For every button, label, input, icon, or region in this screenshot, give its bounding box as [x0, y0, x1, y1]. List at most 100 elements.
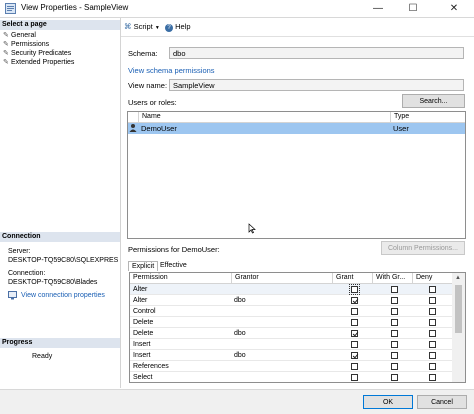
maximize-button[interactable]: ☐ [399, 0, 427, 17]
button-bar: OK Cancel [0, 389, 474, 414]
page-item-extended-properties[interactable]: ✎ Extended Properties [3, 58, 74, 66]
permission-cell: References [133, 363, 169, 370]
grant-checkbox[interactable] [351, 363, 358, 370]
page-item-label: Permissions [11, 41, 50, 48]
table-row[interactable]: Delete dbo [130, 328, 452, 339]
help-button[interactable]: ? Help [165, 22, 191, 32]
permission-column-header[interactable]: Permission [130, 273, 231, 283]
name-column-header[interactable]: Name [138, 112, 390, 122]
wrench-icon: ✎ [3, 59, 9, 66]
grant-checkbox[interactable] [351, 330, 358, 337]
script-button[interactable]: ⌘ Script ▼ [124, 22, 160, 31]
wrench-icon: ✎ [3, 50, 9, 57]
with-grant-checkbox[interactable] [391, 341, 398, 348]
view-connection-properties-link[interactable]: View connection properties [21, 292, 105, 299]
table-row[interactable]: Alter dbo [130, 295, 452, 306]
deny-checkbox[interactable] [429, 363, 436, 370]
help-label: Help [175, 22, 191, 31]
server-value: DESKTOP-TQ59C80\SQLEXPRES [8, 257, 119, 264]
scroll-up-icon[interactable]: ▲ [455, 275, 461, 281]
column-permissions-button[interactable]: Column Permissions... [381, 241, 465, 255]
table-row[interactable]: Alter [130, 284, 452, 295]
scrollbar-thumb[interactable] [455, 285, 462, 333]
script-label: Script [133, 22, 153, 31]
table-row[interactable]: Delete [130, 317, 452, 328]
grantor-cell [231, 317, 332, 327]
grant-checkbox[interactable] [351, 297, 358, 304]
table-row[interactable]: References [130, 361, 452, 372]
schema-label: Schema: [128, 49, 158, 58]
tab-effective[interactable]: Effective [157, 261, 190, 271]
users-table-header: Name Type [128, 112, 465, 123]
page-item-label: Security Predicates [11, 50, 72, 57]
with-grant-checkbox[interactable] [391, 286, 398, 293]
table-row[interactable]: Insert [130, 339, 452, 350]
script-icon: ⌘ [124, 22, 132, 31]
view-schema-permissions-link[interactable]: View schema permissions [128, 66, 215, 75]
view-name-field[interactable]: SampleView [169, 79, 464, 91]
grant-checkbox[interactable] [351, 308, 358, 315]
with-grant-checkbox[interactable] [391, 330, 398, 337]
permissions-table: Permission Grantor Grant With Gr... Deny… [129, 272, 466, 383]
grant-checkbox[interactable] [351, 352, 358, 359]
table-row[interactable]: DemoUser User [128, 123, 465, 134]
grant-checkbox[interactable] [351, 341, 358, 348]
permissions-scrollbar[interactable]: ▲ [452, 273, 465, 382]
cancel-button[interactable]: Cancel [417, 395, 467, 409]
deny-checkbox[interactable] [429, 319, 436, 326]
user-name-cell: DemoUser [141, 124, 177, 133]
deny-checkbox[interactable] [429, 286, 436, 293]
page-item-label: General [11, 32, 36, 39]
ok-button[interactable]: OK [363, 395, 413, 409]
with-grant-column-header[interactable]: With Gr... [372, 273, 412, 283]
deny-checkbox[interactable] [429, 374, 436, 381]
with-grant-checkbox[interactable] [391, 308, 398, 315]
connection-icon [8, 291, 18, 300]
grantor-cell [231, 339, 332, 349]
deny-checkbox[interactable] [429, 297, 436, 304]
permission-cell: Delete [133, 330, 154, 337]
view-name-label: View name: [128, 81, 168, 90]
toolbar: ⌘ Script ▼ ? Help [121, 18, 474, 37]
close-button[interactable]: ✕ [440, 0, 468, 17]
table-row[interactable]: Insert dbo [130, 350, 452, 361]
with-grant-checkbox[interactable] [391, 374, 398, 381]
wrench-icon: ✎ [3, 41, 9, 48]
grant-checkbox[interactable] [349, 284, 360, 295]
grant-checkbox[interactable] [351, 374, 358, 381]
permissions-table-header: Permission Grantor Grant With Gr... Deny [130, 273, 452, 284]
page-item-general[interactable]: ✎ General [3, 31, 36, 39]
deny-checkbox[interactable] [429, 330, 436, 337]
with-grant-checkbox[interactable] [391, 319, 398, 326]
title-bar: View Properties - SampleView — ☐ ✕ [0, 0, 474, 18]
grantor-column-header[interactable]: Grantor [231, 273, 332, 283]
deny-checkbox[interactable] [429, 308, 436, 315]
header-spacer [128, 112, 138, 122]
grant-checkbox[interactable] [351, 319, 358, 326]
progress-header: Progress [0, 338, 120, 348]
grantor-cell: dbo [234, 352, 246, 359]
deny-checkbox[interactable] [429, 341, 436, 348]
tab-explicit[interactable]: Explicit [128, 261, 159, 271]
with-grant-checkbox[interactable] [391, 363, 398, 370]
schema-field[interactable]: dbo [169, 47, 464, 59]
page-item-label: Extended Properties [11, 59, 75, 66]
connection-header: Connection [0, 232, 120, 242]
permission-cell: Alter [133, 286, 148, 293]
page-item-security-predicates[interactable]: ✎ Security Predicates [3, 49, 71, 57]
minimize-button[interactable]: — [364, 0, 392, 17]
deny-column-header[interactable]: Deny [412, 273, 452, 283]
with-grant-checkbox[interactable] [391, 352, 398, 359]
grantor-cell [231, 372, 332, 382]
deny-checkbox[interactable] [429, 352, 436, 359]
page-item-permissions[interactable]: ✎ Permissions [3, 40, 49, 48]
search-button[interactable]: Search... [402, 94, 465, 108]
grant-column-header[interactable]: Grant [332, 273, 372, 283]
table-row[interactable]: Select [130, 372, 452, 382]
with-grant-checkbox[interactable] [391, 297, 398, 304]
user-icon [128, 123, 138, 134]
permissions-table-body: Alter Alter dbo Control Delete Delete dbo Inser… [130, 284, 452, 382]
wrench-icon: ✎ [3, 32, 9, 39]
table-row[interactable]: Control [130, 306, 452, 317]
type-column-header[interactable]: Type [390, 112, 465, 122]
